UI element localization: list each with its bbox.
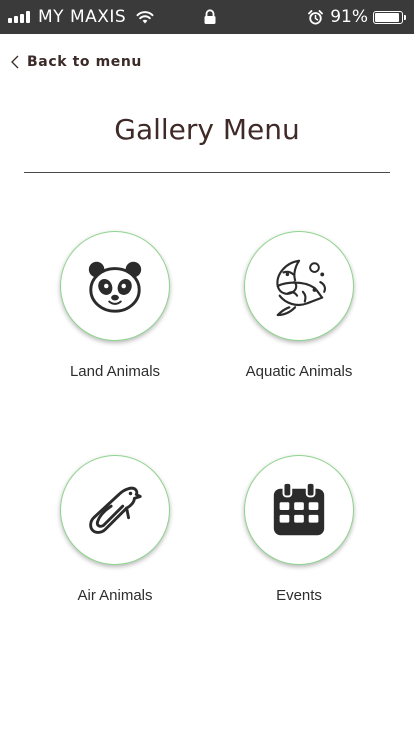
title-divider — [24, 172, 390, 173]
panda-icon — [88, 261, 142, 313]
back-link-label: Back to menu — [27, 54, 143, 70]
battery-tip — [404, 14, 406, 20]
menu-item-events[interactable]: Events — [214, 455, 384, 604]
signal-icon — [8, 11, 32, 23]
menu-item-label: Air Animals — [77, 587, 153, 604]
battery-percent: 91% — [330, 7, 368, 27]
menu-item-icon-circle[interactable] — [244, 455, 354, 565]
lock-icon — [204, 9, 216, 24]
calendar-icon — [273, 481, 325, 536]
menu-item-air-animals[interactable]: Air Animals — [30, 455, 200, 604]
menu-item-label: Aquatic Animals — [245, 363, 353, 380]
wifi-icon — [136, 11, 154, 24]
menu-item-land-animals[interactable]: Land Animals — [30, 231, 200, 380]
fish-icon — [276, 259, 327, 317]
status-bar-right: 91% — [308, 0, 406, 34]
status-bar: MY MAXIS 91% — [0, 0, 414, 34]
menu-item-icon-circle[interactable] — [60, 231, 170, 341]
alarm-icon — [308, 9, 324, 25]
chevron-left-icon — [11, 55, 19, 69]
status-bar-left: MY MAXIS — [8, 0, 154, 34]
menu-item-label: Events — [276, 587, 322, 604]
carrier-name: MY MAXIS — [38, 7, 127, 27]
menu-item-icon-circle[interactable] — [244, 231, 354, 341]
menu-item-icon-circle[interactable] — [60, 455, 170, 565]
menu-item-aquatic-animals[interactable]: Aquatic Animals — [214, 231, 384, 380]
battery-icon — [373, 10, 403, 24]
menu-item-label: Land Animals — [69, 363, 161, 380]
page-title: Gallery Menu — [114, 113, 300, 146]
battery-fill — [375, 12, 399, 22]
back-to-menu-link[interactable]: Back to menu — [10, 54, 142, 70]
bird-icon — [89, 486, 142, 534]
